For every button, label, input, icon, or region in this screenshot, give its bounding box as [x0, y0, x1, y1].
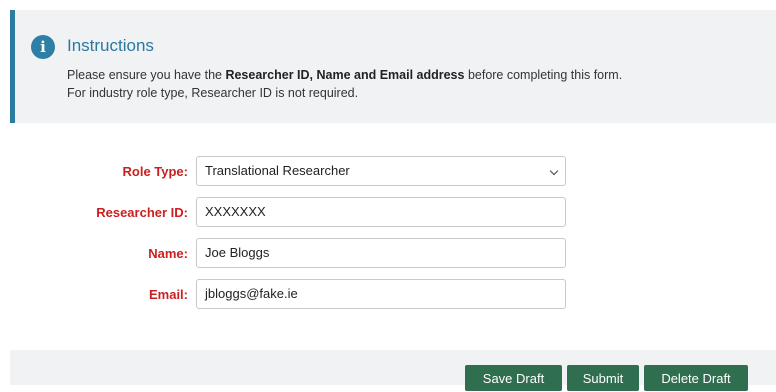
chevron-down-icon	[549, 166, 559, 176]
researcher-id-input[interactable]: XXXXXXX	[196, 197, 566, 227]
name-label: Name:	[148, 246, 188, 261]
instructions-line2: For industry role type, Researcher ID is…	[67, 86, 359, 100]
email-row: Email: jbloggs@fake.ie	[0, 279, 776, 309]
email-label: Email:	[148, 287, 188, 302]
submit-button[interactable]: Submit	[567, 365, 639, 391]
info-icon: i	[31, 35, 55, 59]
role-type-select[interactable]: Translational Researcher	[196, 156, 566, 186]
researcher-id-row: Researcher ID: XXXXXXX	[0, 197, 776, 227]
name-input[interactable]: Joe Bloggs	[196, 238, 566, 268]
researcher-id-label: Researcher ID:	[96, 205, 188, 220]
action-bar: Save Draft Submit Delete Draft	[10, 350, 776, 391]
name-row: Name: Joe Bloggs	[0, 238, 776, 268]
instructions-line1-prefix: Please ensure you have the	[67, 68, 226, 82]
email-input[interactable]: jbloggs@fake.ie	[196, 279, 566, 309]
role-type-label: Role Type:	[122, 164, 189, 179]
role-type-value: Translational Researcher	[205, 163, 350, 178]
role-type-row: Role Type: Translational Researcher	[0, 156, 776, 186]
save-draft-button[interactable]: Save Draft	[465, 365, 562, 391]
instructions-title: Instructions	[67, 36, 154, 55]
delete-draft-button[interactable]: Delete Draft	[644, 365, 748, 391]
instructions-line1-bold: Researcher ID, Name and Email address	[225, 68, 465, 82]
instructions-line1-suffix: before completing this form.	[464, 68, 623, 82]
instructions-text: Please ensure you have the Researcher ID…	[67, 66, 622, 102]
instructions-panel: i Instructions Please ensure you have th…	[10, 10, 776, 123]
